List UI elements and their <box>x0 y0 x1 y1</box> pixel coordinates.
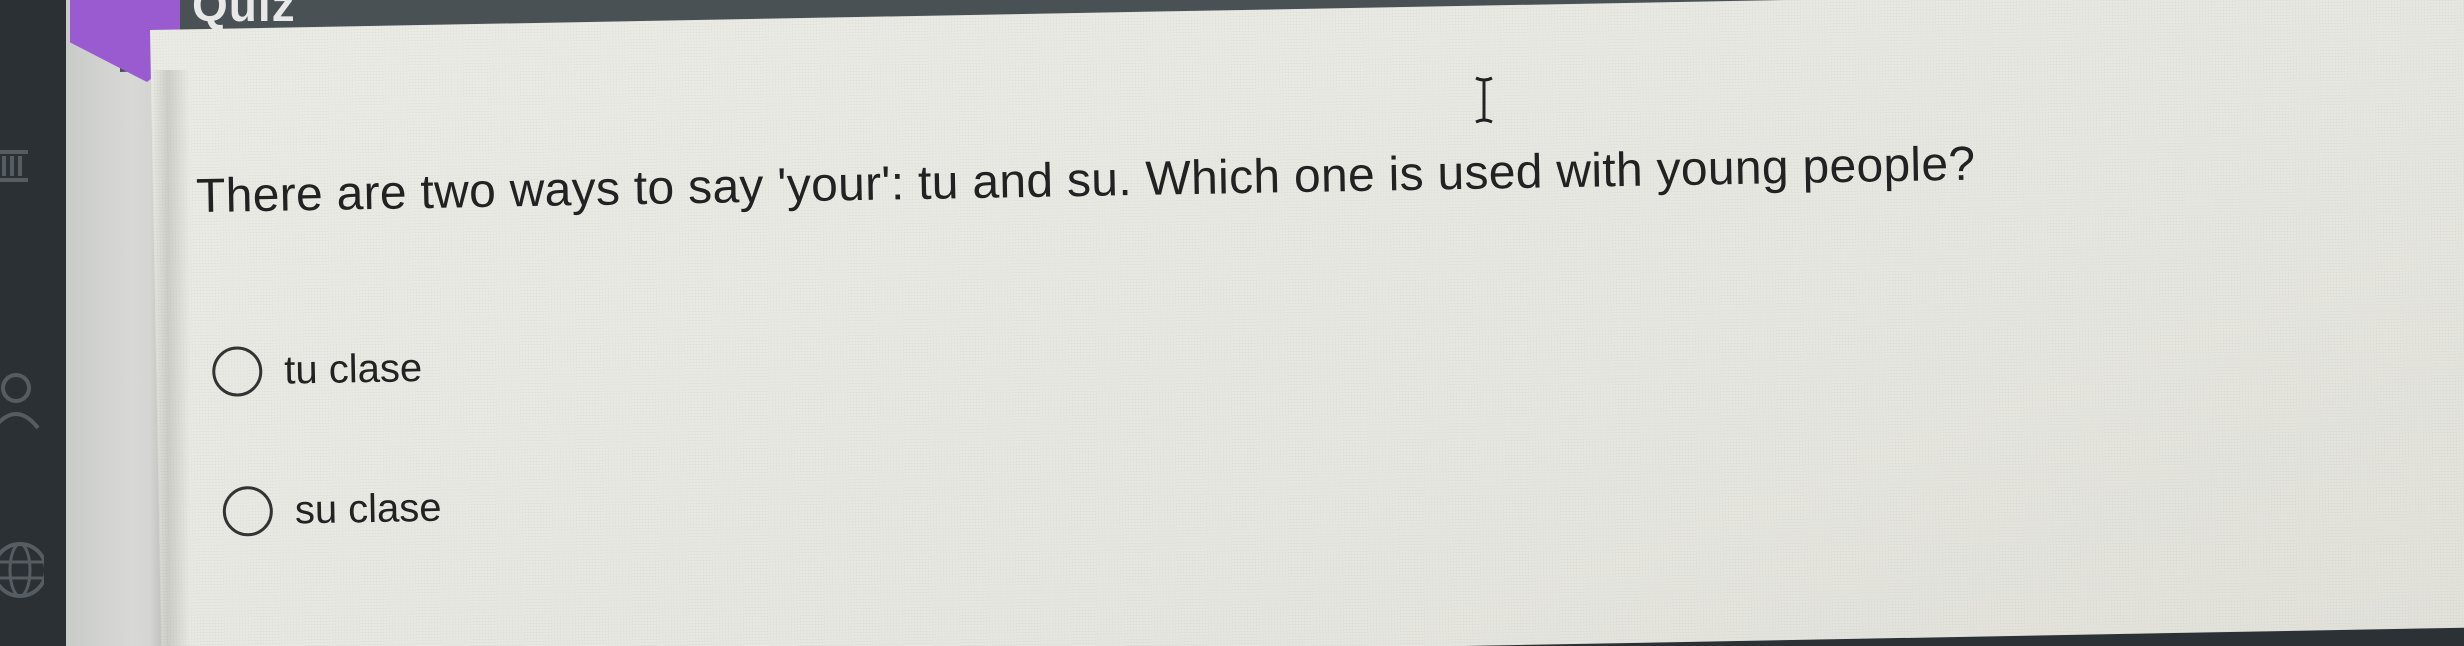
bank-icon[interactable] <box>0 140 44 190</box>
answer-option-tu-clase[interactable]: tu clase <box>211 343 423 397</box>
option-label[interactable]: tu clase <box>284 346 423 394</box>
person-icon[interactable] <box>0 370 44 430</box>
radio-button[interactable] <box>222 485 274 537</box>
panel-shadow <box>150 70 190 646</box>
answer-option-su-clase[interactable]: su clase <box>222 483 442 537</box>
screen: Quiz There are two ways to say 'your': t… <box>0 0 2464 646</box>
option-label[interactable]: su clase <box>294 485 442 533</box>
radio-button[interactable] <box>211 346 263 397</box>
globe-icon[interactable] <box>0 535 44 605</box>
card-texture <box>150 0 2464 646</box>
quiz-card: There are two ways to say 'your': tu and… <box>150 0 2464 646</box>
left-rail <box>0 0 66 646</box>
text-cursor-icon <box>1472 76 1496 129</box>
